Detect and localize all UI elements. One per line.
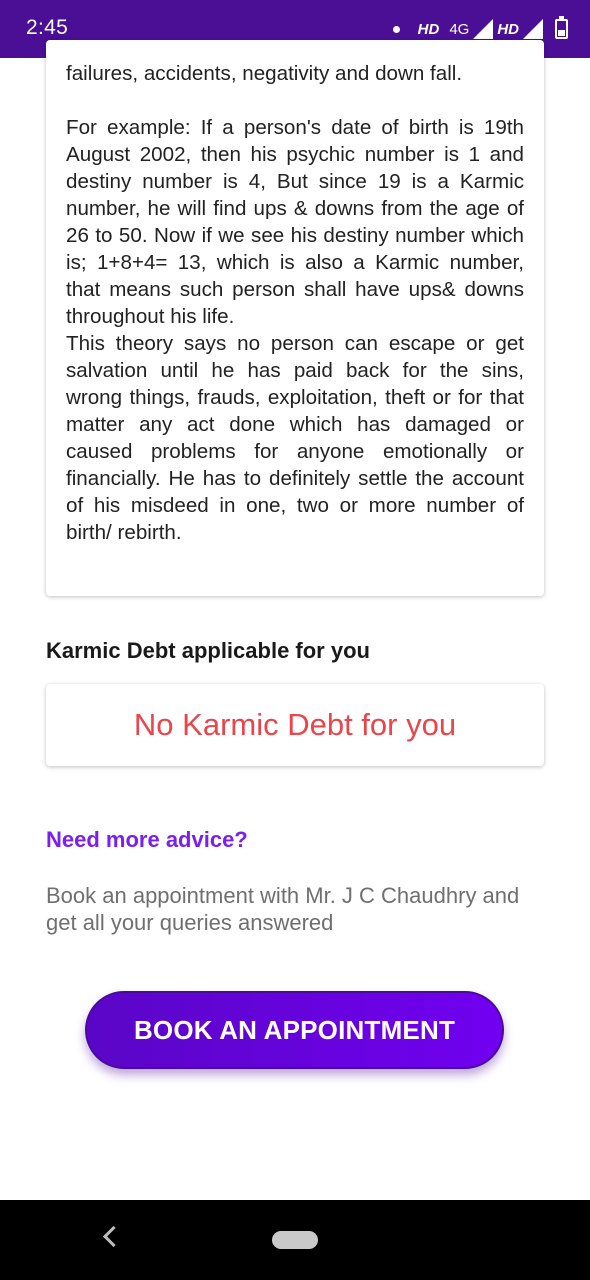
navigation-bar — [0, 1200, 590, 1280]
card-paragraph-theory: This theory says no person can escape or… — [66, 332, 524, 544]
network-type-indicator: 4G — [449, 20, 470, 38]
card-line-top: failures, accidents, negativity and down… — [66, 62, 463, 85]
advice-description: Book an appointment with Mr. J C Chaudhr… — [46, 883, 520, 935]
hd-voice-indicator-2: HD — [497, 20, 519, 38]
karmic-info-card: failures, accidents, negativity and down… — [46, 40, 544, 596]
status-icons: HD 4G HD — [392, 16, 568, 41]
notification-dot-icon — [392, 25, 400, 33]
signal-strength-icon — [473, 19, 494, 39]
book-appointment-button[interactable]: BOOK AN APPOINTMENT — [85, 991, 504, 1069]
karmic-debt-heading: Karmic Debt applicable for you — [46, 638, 370, 663]
back-icon[interactable] — [102, 1225, 125, 1248]
karmic-info-text: failures, accidents, negativity and down… — [66, 60, 524, 546]
battery-icon — [555, 16, 568, 39]
karmic-debt-result-card: No Karmic Debt for you — [46, 684, 544, 766]
card-paragraph-example: For example: If a person's date of birth… — [66, 116, 524, 328]
karmic-debt-result: No Karmic Debt for you — [133, 707, 457, 742]
home-pill-icon[interactable] — [272, 1231, 318, 1249]
status-time: 2:45 — [26, 16, 69, 39]
hd-voice-indicator: HD — [417, 20, 440, 38]
need-advice-heading: Need more advice? — [46, 827, 248, 852]
signal-strength-icon-2 — [523, 19, 543, 39]
